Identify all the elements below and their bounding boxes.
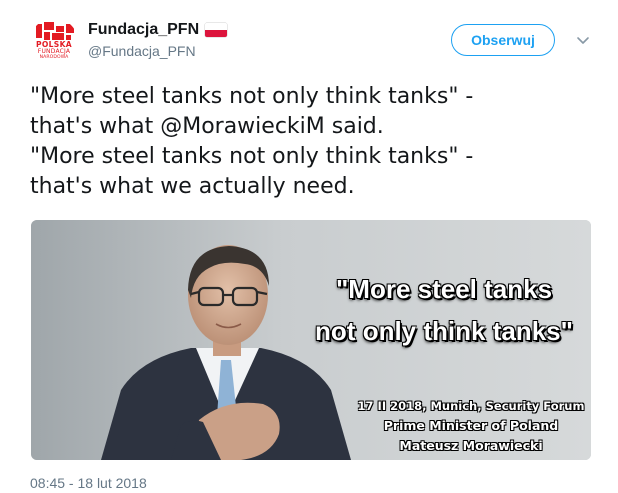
caption-title: Prime Minister of Poland — [383, 418, 559, 433]
poland-flag-icon — [205, 23, 228, 37]
image-quote: "More steel tanks not only think tanks" — [299, 268, 589, 352]
tweet-timestamp[interactable]: 08:45 - 18 lut 2018 — [30, 474, 147, 492]
tweet-header: POLSKA FUNDACJA NARODOWA Fundacja_PFN @F… — [30, 16, 598, 66]
logo-line-1: POLSKA — [36, 40, 72, 49]
pfn-logo-icon — [36, 22, 74, 40]
logo-line-3: NARODOWA — [39, 55, 69, 60]
display-name[interactable]: Fundacja_PFN — [88, 19, 228, 41]
account-names: Fundacja_PFN @Fundacja_PFN — [88, 19, 228, 61]
caption-event: 17 II 2018, Munich, Security Forum — [357, 399, 585, 413]
tweet-line: "More steel tanks not only think tanks" … — [30, 144, 474, 169]
caption-name: Mateusz Morawiecki — [399, 438, 543, 453]
logo-line-2: FUNDACJA — [37, 48, 71, 55]
avatar-logo-text: POLSKA FUNDACJA NARODOWA — [31, 41, 77, 61]
image-quote-line: not only think tanks" — [315, 316, 573, 346]
avatar[interactable]: POLSKA FUNDACJA NARODOWA — [30, 18, 78, 66]
image-quote-line: "More steel tanks — [335, 274, 553, 304]
tweet-line: that's what @MorawieckiM said. — [30, 114, 384, 139]
tweet-line: that's what we actually need. — [30, 174, 355, 199]
display-name-text[interactable]: Fundacja_PFN — [88, 19, 199, 41]
tweet-text: "More steel tanks not only think tanks" … — [30, 82, 590, 202]
tweet-line: "More steel tanks not only think tanks" … — [30, 84, 474, 109]
tweet-image[interactable]: "More steel tanks not only think tanks" … — [31, 220, 591, 460]
follow-button[interactable]: Obserwuj — [451, 24, 555, 56]
account-handle[interactable]: @Fundacja_PFN — [88, 41, 227, 61]
image-caption: 17 II 2018, Munich, Security Forum Prime… — [331, 396, 591, 456]
chevron-down-icon[interactable] — [575, 32, 591, 48]
